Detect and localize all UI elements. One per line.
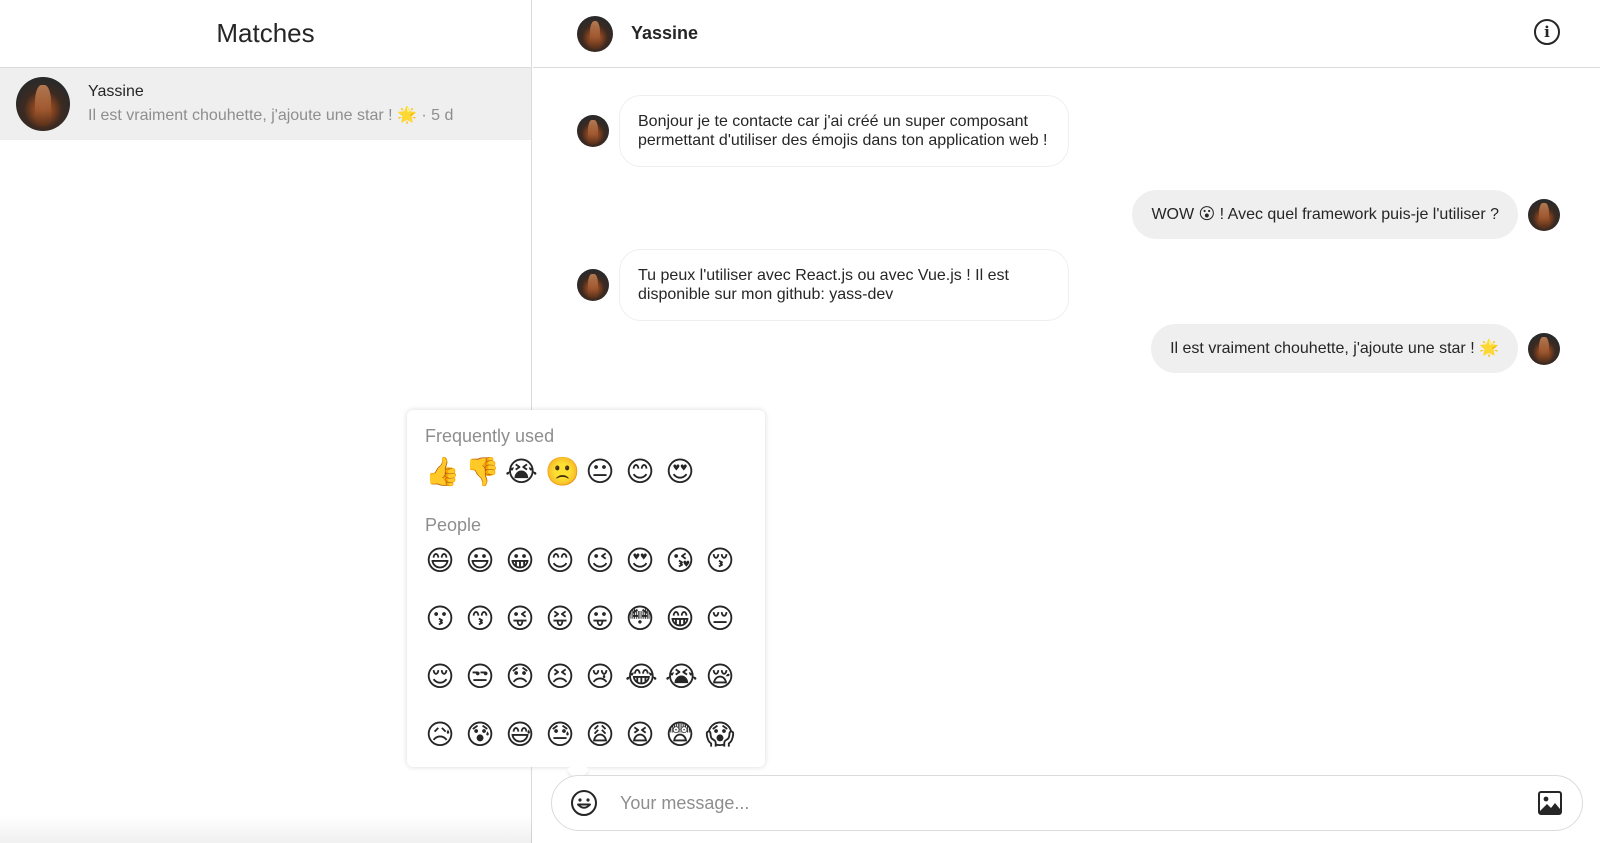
message-bubble: Il est vraiment chouhette, j'ajoute une … <box>1151 324 1518 373</box>
message-bubble: WOW 😮 ! Avec quel framework puis-je l'ut… <box>1132 190 1518 239</box>
emoji[interactable]: 😥 <box>425 720 455 750</box>
emoji[interactable]: 😢 <box>585 662 615 692</box>
emoji[interactable]: 😰 <box>465 720 495 750</box>
emoji[interactable]: 😭 <box>665 662 698 692</box>
category-label: People <box>425 515 482 535</box>
message-outgoing: WOW 😮 ! Avec quel framework puis-je l'ut… <box>1132 190 1560 239</box>
emoji-row: 😗 😙 😜 😝 😛 😳 😁 😔 <box>425 604 747 634</box>
emoji[interactable]: 😐 <box>585 457 615 487</box>
emoji[interactable]: 😔 <box>705 604 735 634</box>
emoji[interactable]: 👎 <box>465 457 500 487</box>
message-bubble: Bonjour je te contacte car j'ai créé un … <box>619 95 1069 167</box>
app: Matches Yassine Il est vraiment chouhett… <box>0 0 1600 843</box>
match-text: Yassine Il est vraiment chouhette, j'ajo… <box>88 83 453 125</box>
message-outgoing: Il est vraiment chouhette, j'ajoute une … <box>1151 324 1560 373</box>
emoji[interactable]: 😅 <box>505 720 535 750</box>
match-item-yassine[interactable]: Yassine Il est vraiment chouhette, j'ajo… <box>0 68 531 140</box>
avatar <box>16 77 70 131</box>
emoji[interactable]: 😫 <box>625 720 655 750</box>
emoji[interactable]: 😀 <box>505 546 535 576</box>
sidebar-header: Matches <box>0 0 531 68</box>
emoji[interactable]: 😂 <box>625 662 658 692</box>
emoji[interactable]: 😗 <box>425 604 455 634</box>
emoji[interactable]: 😩 <box>585 720 615 750</box>
sidebar-fade <box>0 815 532 843</box>
message-incoming: Tu peux l'utiliser avec React.js ou avec… <box>577 249 1069 321</box>
chat-header: Yassine i <box>533 0 1600 68</box>
emoji[interactable]: 😉 <box>585 546 615 576</box>
emoji[interactable]: 😱 <box>705 720 735 750</box>
emoji[interactable]: 😁 <box>665 604 695 634</box>
emoji[interactable]: 😄 <box>425 546 455 576</box>
emoji[interactable]: 😍 <box>665 457 695 487</box>
emoji-picker: Frequently used 👍 👎 😭 🙁 😐 😊 😍 People 😄 😃… <box>407 410 765 767</box>
emoji[interactable]: 😒 <box>465 662 495 692</box>
match-preview: Il est vraiment chouhette, j'ajoute une … <box>88 107 454 124</box>
emoji[interactable]: 😍 <box>625 546 655 576</box>
avatar <box>577 269 609 301</box>
emoji-row: 👍 👎 😭 🙁 😐 😊 😍 <box>425 457 747 487</box>
smiley-icon[interactable] <box>570 789 598 817</box>
message-bubble: Tu peux l'utiliser avec React.js ou avec… <box>619 249 1069 321</box>
emoji[interactable]: 😣 <box>545 662 575 692</box>
emoji-row: 😌 😒 😞 😣 😢 😂 😭 😪 <box>425 662 747 692</box>
match-name: Yassine <box>88 83 144 100</box>
category-label: Frequently used <box>425 426 555 446</box>
chat-contact-name[interactable]: Yassine <box>631 23 698 44</box>
emoji[interactable]: 😓 <box>545 720 575 750</box>
emoji[interactable]: 😜 <box>505 604 535 634</box>
emoji[interactable]: 😌 <box>425 662 455 692</box>
emoji[interactable]: 😪 <box>705 662 735 692</box>
image-icon[interactable] <box>1536 789 1564 817</box>
emoji[interactable]: 😘 <box>665 546 695 576</box>
sidebar-title: Matches <box>216 18 315 48</box>
emoji[interactable]: 😞 <box>505 662 535 692</box>
emoji[interactable]: 😭 <box>505 457 538 487</box>
emoji[interactable]: 😨 <box>665 720 695 750</box>
emoji[interactable]: 😃 <box>465 546 495 576</box>
emoji[interactable]: 😛 <box>585 604 615 634</box>
avatar <box>1528 332 1560 365</box>
avatar <box>577 115 609 147</box>
emoji[interactable]: 😊 <box>625 457 655 487</box>
emoji[interactable]: 😚 <box>705 546 735 576</box>
message-input[interactable] <box>620 792 1536 814</box>
message-composer <box>551 775 1583 831</box>
emoji[interactable]: 😊 <box>545 546 575 576</box>
message-incoming: Bonjour je te contacte car j'ai créé un … <box>577 95 1069 167</box>
emoji[interactable]: 😝 <box>545 604 575 634</box>
emoji[interactable]: 😳 <box>625 604 655 634</box>
emoji[interactable]: 😙 <box>465 604 495 634</box>
emoji[interactable]: 🙁 <box>545 457 580 487</box>
emoji-row: 😄 😃 😀 😊 😉 😍 😘 😚 <box>425 546 747 576</box>
emoji[interactable]: 👍 <box>425 457 460 487</box>
avatar <box>1528 198 1560 231</box>
emoji-row: 😥 😰 😅 😓 😩 😫 😨 😱 <box>425 720 747 750</box>
avatar[interactable] <box>577 15 613 52</box>
info-icon[interactable]: i <box>1534 19 1560 45</box>
